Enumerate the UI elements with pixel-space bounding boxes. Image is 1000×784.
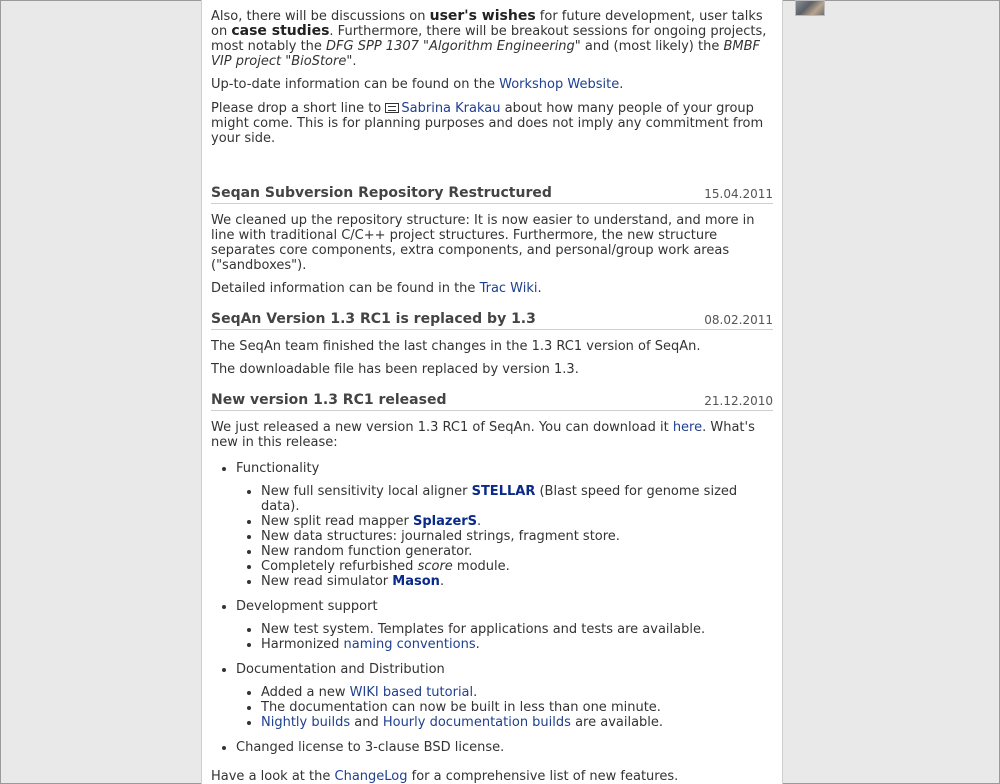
download-here-link[interactable]: here [673,420,702,435]
list-item: Development support [211,599,773,614]
list-item: Functionality [211,461,773,476]
news-header: New version 1.3 RC1 released 21.12.2010 [211,392,773,411]
news-body: The downloadable file has been replaced … [211,362,579,377]
trac-wiki-link[interactable]: Trac Wiki [480,281,538,296]
list-item: Changed license to 3-clause BSD license. [211,740,773,755]
news-body: The SeqAn team finished the last changes… [211,339,701,354]
nightly-builds-link[interactable]: Nightly builds [261,715,350,730]
changelog-link[interactable]: ChangeLog [335,769,408,784]
intro-paragraph-1: Also, there will be discussions on user'… [211,8,767,70]
list-item: The documentation can now be built in le… [211,700,773,715]
news-body: Detailed information can be found in the… [211,281,542,296]
news-item-version-13: SeqAn Version 1.3 RC1 is replaced by 1.3… [211,311,773,377]
release-feature-list: Functionality New full sensitivity local… [211,461,773,784]
avatar-image [795,0,825,16]
stellar-link[interactable]: STELLAR [472,484,536,499]
news-item-repository: Seqan Subversion Repository Restructured… [211,185,773,296]
news-header: SeqAn Version 1.3 RC1 is replaced by 1.3… [211,311,773,330]
list-item: New read simulator Mason. [211,574,773,589]
mason-link[interactable]: Mason [392,574,440,589]
news-title: Seqan Subversion Repository Restructured [211,185,552,201]
list-item: Completely refurbished score module. [211,559,773,574]
news-date: 08.02.2011 [704,313,773,327]
hourly-doc-builds-link[interactable]: Hourly documentation builds [383,715,571,730]
news-header: Seqan Subversion Repository Restructured… [211,185,773,204]
news-date: 21.12.2010 [704,394,773,408]
workshop-website-link[interactable]: Workshop Website [499,77,619,92]
intro-paragraph-2: Up-to-date information can be found on t… [211,77,624,92]
list-item: Nightly builds and Hourly documentation … [211,715,773,730]
list-item: New test system. Templates for applicati… [211,622,773,637]
news-date: 15.04.2011 [704,187,773,201]
list-item: New split read mapper SplazerS. [211,514,773,529]
list-item: New data structures: journaled strings, … [211,529,773,544]
wiki-tutorial-link[interactable]: WIKI based tutorial [350,685,473,700]
news-item-rc1-release: New version 1.3 RC1 released 21.12.2010 … [211,392,773,450]
changelog-paragraph: Have a look at the ChangeLog for a compr… [211,769,679,784]
mail-icon [385,103,400,113]
news-title: SeqAn Version 1.3 RC1 is replaced by 1.3 [211,311,536,327]
list-item: New full sensitivity local aligner STELL… [211,484,773,514]
list-item: Added a new WIKI based tutorial. [211,685,773,700]
list-item: New random function generator. [211,544,773,559]
list-item: Harmonized naming conventions. [211,637,773,652]
news-title: New version 1.3 RC1 released [211,392,447,408]
news-body: We cleaned up the repository structure: … [211,213,755,273]
naming-conventions-link[interactable]: naming conventions [344,637,476,652]
news-body: We just released a new version 1.3 RC1 o… [211,420,755,450]
intro-paragraph-3: Please drop a short line to Sabrina Krak… [211,101,764,146]
sabrina-krakau-link[interactable]: Sabrina Krakau [401,101,500,116]
splazers-link[interactable]: SplazerS [413,514,477,529]
list-item: Documentation and Distribution [211,662,773,677]
